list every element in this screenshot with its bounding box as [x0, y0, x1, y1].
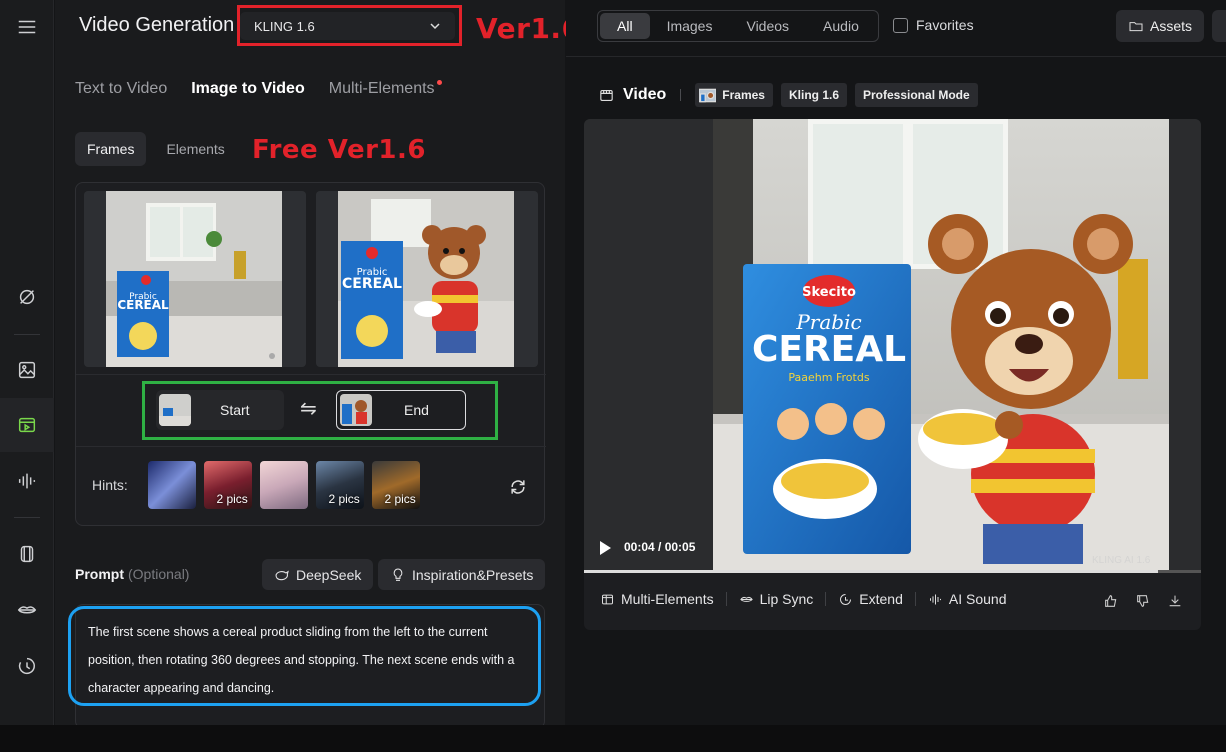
lips-icon[interactable]: [0, 583, 54, 637]
page-title: Video Generation: [79, 14, 235, 36]
multi-elements-button[interactable]: Multi-Elements: [600, 591, 714, 607]
video-frame: Skecito Prabic CEREAL Paaehm Frotds: [713, 119, 1169, 571]
end-frame-image[interactable]: Prabic CEREAL: [316, 191, 538, 367]
video-card: Skecito Prabic CEREAL Paaehm Frotds 00:0…: [584, 119, 1201, 630]
svg-text:Skecito: Skecito: [802, 285, 856, 300]
inspiration-presets-button[interactable]: Inspiration&Presets: [378, 559, 546, 590]
filter-all[interactable]: All: [600, 13, 650, 39]
generation-panel: Video Generation KLING 1.6 Ver1.6 Text t…: [55, 0, 581, 729]
prompt-label: Prompt (Optional): [75, 566, 190, 582]
filter-audio[interactable]: Audio: [806, 13, 876, 39]
annotation-free-label: Free Ver1.6: [252, 135, 426, 165]
video-title: Video: [623, 86, 667, 103]
lip-sync-button[interactable]: Lip Sync: [739, 591, 813, 607]
ai-sound-button[interactable]: AI Sound: [928, 591, 1007, 607]
tag-frames: Frames: [695, 83, 773, 107]
refresh-hints-icon[interactable]: [508, 477, 528, 502]
prompt-text[interactable]: The first scene shows a cereal product s…: [88, 618, 528, 702]
favorites-checkbox[interactable]: Favorites: [893, 17, 974, 33]
tab-image-to-video[interactable]: Image to Video: [191, 80, 305, 104]
whale-icon: [275, 569, 289, 580]
sub-tabs: Frames Elements: [75, 132, 237, 166]
audio-wave-icon[interactable]: [0, 454, 54, 508]
video-header: Video Frames Kling 1.6 Professional Mode: [598, 83, 978, 107]
folder-icon: [1129, 22, 1143, 32]
video-actions: Multi-Elements Lip Sync Extend AI Sound: [600, 591, 1007, 607]
tab-text-to-video[interactable]: Text to Video: [75, 80, 167, 104]
image-icon[interactable]: [0, 343, 54, 397]
start-frame-image[interactable]: Prabic CEREAL: [84, 191, 306, 367]
hints-label: Hints:: [92, 477, 128, 493]
assets-panel: All Images Videos Audio Favorites Assets…: [566, 0, 1226, 725]
new-dot: [436, 80, 442, 85]
svg-text:Paaehm Frotds: Paaehm Frotds: [788, 371, 869, 384]
subtab-frames[interactable]: Frames: [75, 132, 147, 166]
tag-model: Kling 1.6: [780, 83, 847, 107]
magic-wand-icon[interactable]: [0, 270, 54, 324]
hint-image[interactable]: 2 pics: [371, 461, 420, 509]
svg-text:CEREAL: CEREAL: [342, 276, 402, 292]
video-icon: [600, 89, 613, 101]
audio-wave-icon: [929, 594, 941, 604]
frames-box: Prabic CEREAL Prabic CEREAL Start ⇋ End …: [75, 182, 546, 526]
multi-elements-icon: [602, 594, 613, 604]
history-icon[interactable]: [0, 639, 54, 693]
lips-icon: [739, 596, 753, 602]
overflow-button[interactable]: [1212, 10, 1226, 42]
frames-thumb: [699, 88, 717, 102]
video-icon[interactable]: [0, 398, 54, 452]
thumbs-up-icon[interactable]: [1103, 593, 1119, 614]
thumbs-down-icon[interactable]: [1135, 593, 1151, 614]
subtab-elements[interactable]: Elements: [154, 132, 236, 166]
bottom-bar: [0, 725, 1226, 752]
lightbulb-icon: [393, 567, 403, 581]
hint-image[interactable]: 2 pics: [315, 461, 364, 509]
download-icon[interactable]: [1167, 593, 1183, 614]
hints-row: Hints: 2 pics 2 pics 2 pics: [92, 461, 420, 509]
prompt-header: Prompt (Optional) DeepSeek Inspiration&Pr…: [75, 558, 546, 590]
svg-text:CEREAL: CEREAL: [117, 298, 169, 312]
checkbox-icon: [893, 17, 908, 33]
playback-time: 00:04 / 00:05: [624, 540, 696, 554]
annotation-red-box: [237, 5, 462, 46]
hint-image[interactable]: 2 pics: [203, 461, 252, 509]
deepseek-button[interactable]: DeepSeek: [262, 559, 374, 590]
tab-multi-elements[interactable]: Multi-Elements: [329, 80, 442, 104]
menu-icon[interactable]: [0, 0, 54, 54]
filter-group: All Images Videos Audio: [597, 10, 879, 42]
annotation-green-box: [142, 381, 498, 440]
assets-button[interactable]: Assets: [1116, 10, 1205, 42]
left-rail: [0, 0, 54, 725]
play-icon[interactable]: [600, 541, 611, 555]
filter-images[interactable]: Images: [650, 13, 730, 39]
watermark: KLING AI 1.6: [1092, 555, 1151, 566]
progress-fill: [584, 570, 1158, 573]
filter-videos[interactable]: Videos: [729, 13, 806, 39]
canvas-icon[interactable]: [0, 527, 54, 581]
svg-text:CEREAL: CEREAL: [752, 329, 906, 370]
extend-button[interactable]: Extend: [838, 591, 903, 607]
mode-tabs: Text to Video Image to Video Multi-Eleme…: [75, 80, 442, 104]
tag-mode: Professional Mode: [855, 83, 978, 107]
video-progress[interactable]: [584, 570, 1201, 573]
hint-image[interactable]: [147, 461, 196, 509]
hint-image[interactable]: [259, 461, 308, 509]
app-window: Video Generation KLING 1.6 Ver1.6 Text t…: [0, 0, 1226, 752]
video-player[interactable]: Skecito Prabic CEREAL Paaehm Frotds 00:0…: [584, 119, 1201, 571]
extend-icon: [840, 593, 852, 605]
